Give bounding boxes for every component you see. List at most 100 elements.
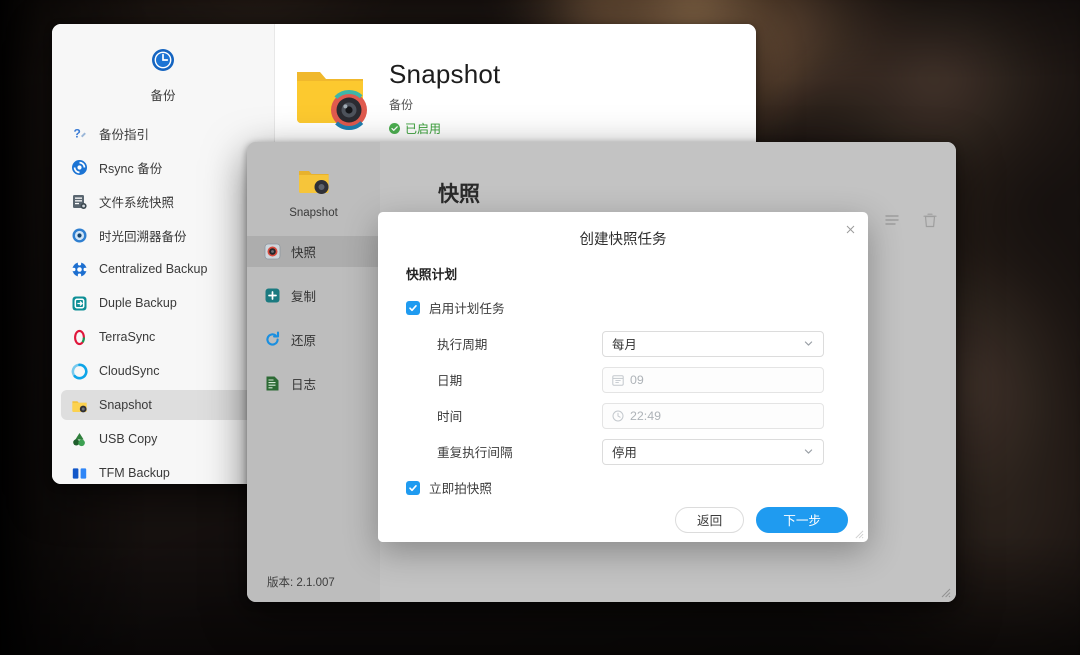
sidebar-item-backup-guide[interactable]: ? 备份指引 bbox=[61, 118, 265, 148]
sidebar-item-label: 日志 bbox=[291, 378, 317, 392]
sidebar-item-time-machine-backup[interactable]: 时光回溯器备份 bbox=[61, 220, 265, 250]
question-guide-icon: ? bbox=[70, 124, 88, 142]
snapshot-folder-icon bbox=[70, 396, 88, 414]
filesystem-snapshot-icon bbox=[70, 192, 88, 210]
dialog-header: 创建快照任务 bbox=[378, 212, 868, 264]
backup-sidebar: 备份 ? 备份指引 Rsync 备份 文件系统快照 时光回溯器备份 Centra… bbox=[52, 24, 275, 484]
row-repeat-interval: 重复执行间隔 停用 bbox=[406, 438, 846, 465]
frequency-select[interactable]: 每月 bbox=[602, 330, 824, 357]
copy-plus-icon bbox=[264, 287, 281, 304]
chevron-down-icon bbox=[803, 338, 814, 349]
sidebar-item-label: Rsync 备份 bbox=[99, 161, 163, 176]
sidebar-item-restore[interactable]: 还原 bbox=[247, 324, 380, 355]
date-label: 日期 bbox=[437, 374, 463, 388]
page-title: Snapshot bbox=[389, 59, 501, 89]
snapshot-sidebar-logo: Snapshot bbox=[247, 142, 380, 219]
frequency-label: 执行周期 bbox=[437, 338, 488, 352]
sidebar-item-label: Centralized Backup bbox=[99, 262, 208, 276]
sidebar-item-snapshot[interactable]: Snapshot bbox=[61, 390, 265, 420]
app-category: 备份 bbox=[389, 97, 414, 112]
sidebar-item-log[interactable]: 日志 bbox=[247, 368, 380, 399]
backup-nav-list: ? 备份指引 Rsync 备份 文件系统快照 时光回溯器备份 Centraliz… bbox=[52, 118, 274, 484]
create-snapshot-task-dialog[interactable]: 创建快照任务 快照计划 启用计划任务 执行周期 每月 日期 09 时间 22:4… bbox=[378, 212, 868, 542]
sidebar-item-filesystem-snapshot[interactable]: 文件系统快照 bbox=[61, 186, 265, 216]
sidebar-item-label: Duple Backup bbox=[99, 296, 177, 310]
sidebar-item-copy[interactable]: 复制 bbox=[247, 280, 380, 311]
sidebar-item-label: 复制 bbox=[291, 290, 317, 304]
sidebar-item-label: 文件系统快照 bbox=[99, 195, 175, 210]
snapshot-heading: 快照 bbox=[438, 183, 480, 206]
row-time: 时间 22:49 bbox=[406, 402, 846, 429]
row-frequency: 执行周期 每月 bbox=[406, 330, 846, 357]
snapshot-folder-camera-icon bbox=[293, 60, 371, 132]
snapshot-sidebar: Snapshot 快照 复制 还原 日志 bbox=[247, 142, 380, 602]
sidebar-item-terrasync[interactable]: TerraSync bbox=[61, 322, 265, 352]
cloudsync-icon bbox=[70, 362, 88, 380]
calendar-icon bbox=[612, 374, 624, 386]
usb-copy-icon bbox=[70, 430, 88, 448]
date-value: 09 bbox=[630, 372, 644, 387]
duple-backup-icon bbox=[70, 294, 88, 312]
enable-schedule-label: 启用计划任务 bbox=[429, 302, 505, 316]
centralized-backup-icon bbox=[70, 260, 88, 278]
close-icon[interactable] bbox=[840, 219, 860, 239]
date-input[interactable]: 09 bbox=[602, 366, 824, 393]
list-view-icon[interactable] bbox=[884, 212, 900, 233]
time-input[interactable]: 22:49 bbox=[602, 402, 824, 429]
row-date: 日期 09 bbox=[406, 366, 846, 393]
repeat-interval-label: 重复执行间隔 bbox=[437, 446, 513, 460]
sidebar-item-label: 还原 bbox=[291, 334, 317, 348]
sidebar-item-label: Snapshot bbox=[99, 398, 152, 412]
backup-sidebar-logo: 备份 bbox=[52, 24, 274, 104]
sidebar-item-usb-copy[interactable]: USB Copy bbox=[61, 424, 265, 454]
dialog-body: 快照计划 启用计划任务 执行周期 每月 日期 09 时间 22:49 重复执行间… bbox=[378, 264, 868, 514]
sidebar-item-cloudsync[interactable]: CloudSync bbox=[61, 356, 265, 386]
back-button[interactable]: 返回 bbox=[675, 506, 745, 533]
sidebar-item-label: 快照 bbox=[291, 246, 317, 260]
sidebar-item-label: 备份指引 bbox=[99, 127, 150, 142]
sidebar-item-snapshot[interactable]: 快照 bbox=[247, 236, 380, 267]
check-circle-icon bbox=[389, 122, 400, 134]
sidebar-item-label: USB Copy bbox=[99, 432, 158, 446]
enable-schedule-checkbox[interactable] bbox=[406, 300, 420, 315]
rsync-sync-icon bbox=[70, 158, 88, 176]
log-document-icon bbox=[264, 375, 281, 392]
sidebar-item-label: TFM Backup bbox=[99, 466, 170, 480]
sidebar-item-rsync-backup[interactable]: Rsync 备份 bbox=[61, 152, 265, 182]
snapshot-now-checkbox[interactable] bbox=[406, 480, 420, 495]
time-label: 时间 bbox=[437, 410, 463, 424]
snapshot-sidebar-logo-label: Snapshot bbox=[289, 207, 338, 219]
window-resize-handle[interactable] bbox=[940, 587, 951, 598]
time-value: 22:49 bbox=[630, 408, 662, 423]
snapshot-folder-camera-icon bbox=[298, 171, 329, 194]
frequency-value: 每月 bbox=[612, 337, 637, 352]
clock-icon bbox=[612, 410, 624, 422]
sidebar-item-duple-backup[interactable]: Duple Backup bbox=[61, 288, 265, 318]
sidebar-item-centralized-backup[interactable]: Centralized Backup bbox=[61, 254, 265, 284]
section-title-schedule: 快照计划 bbox=[406, 267, 458, 282]
sidebar-item-label: 时光回溯器备份 bbox=[99, 229, 187, 244]
svg-text:?: ? bbox=[73, 126, 80, 140]
terrasync-icon bbox=[70, 328, 88, 346]
delete-trash-icon[interactable] bbox=[922, 212, 938, 233]
snapshot-nav-list: 快照 复制 还原 日志 bbox=[247, 236, 380, 399]
dialog-resize-handle[interactable] bbox=[854, 529, 864, 539]
repeat-interval-value: 停用 bbox=[612, 445, 637, 460]
dialog-title: 创建快照任务 bbox=[579, 231, 667, 248]
restore-refresh-icon bbox=[264, 331, 281, 348]
sidebar-item-label: TerraSync bbox=[99, 330, 156, 344]
repeat-interval-select[interactable]: 停用 bbox=[602, 438, 824, 465]
camera-snapshot-icon bbox=[264, 243, 281, 260]
status-badge: 已启用 bbox=[389, 120, 756, 137]
row-enable-schedule: 启用计划任务 bbox=[406, 294, 846, 321]
screen: 帮助 备份 bbox=[0, 0, 1080, 655]
tfm-backup-icon bbox=[70, 464, 88, 482]
sidebar-item-tfm-backup[interactable]: TFM Backup bbox=[61, 458, 265, 484]
chevron-down-icon bbox=[803, 446, 814, 457]
next-button[interactable]: 下一步 bbox=[756, 506, 848, 533]
app-version-label: 版本: 2.1.007 bbox=[267, 577, 335, 589]
snapshot-now-label: 立即拍快照 bbox=[429, 482, 492, 496]
backup-sidebar-logo-label: 备份 bbox=[150, 89, 176, 103]
status-text: 已启用 bbox=[405, 121, 442, 136]
sidebar-item-label: CloudSync bbox=[99, 364, 160, 378]
